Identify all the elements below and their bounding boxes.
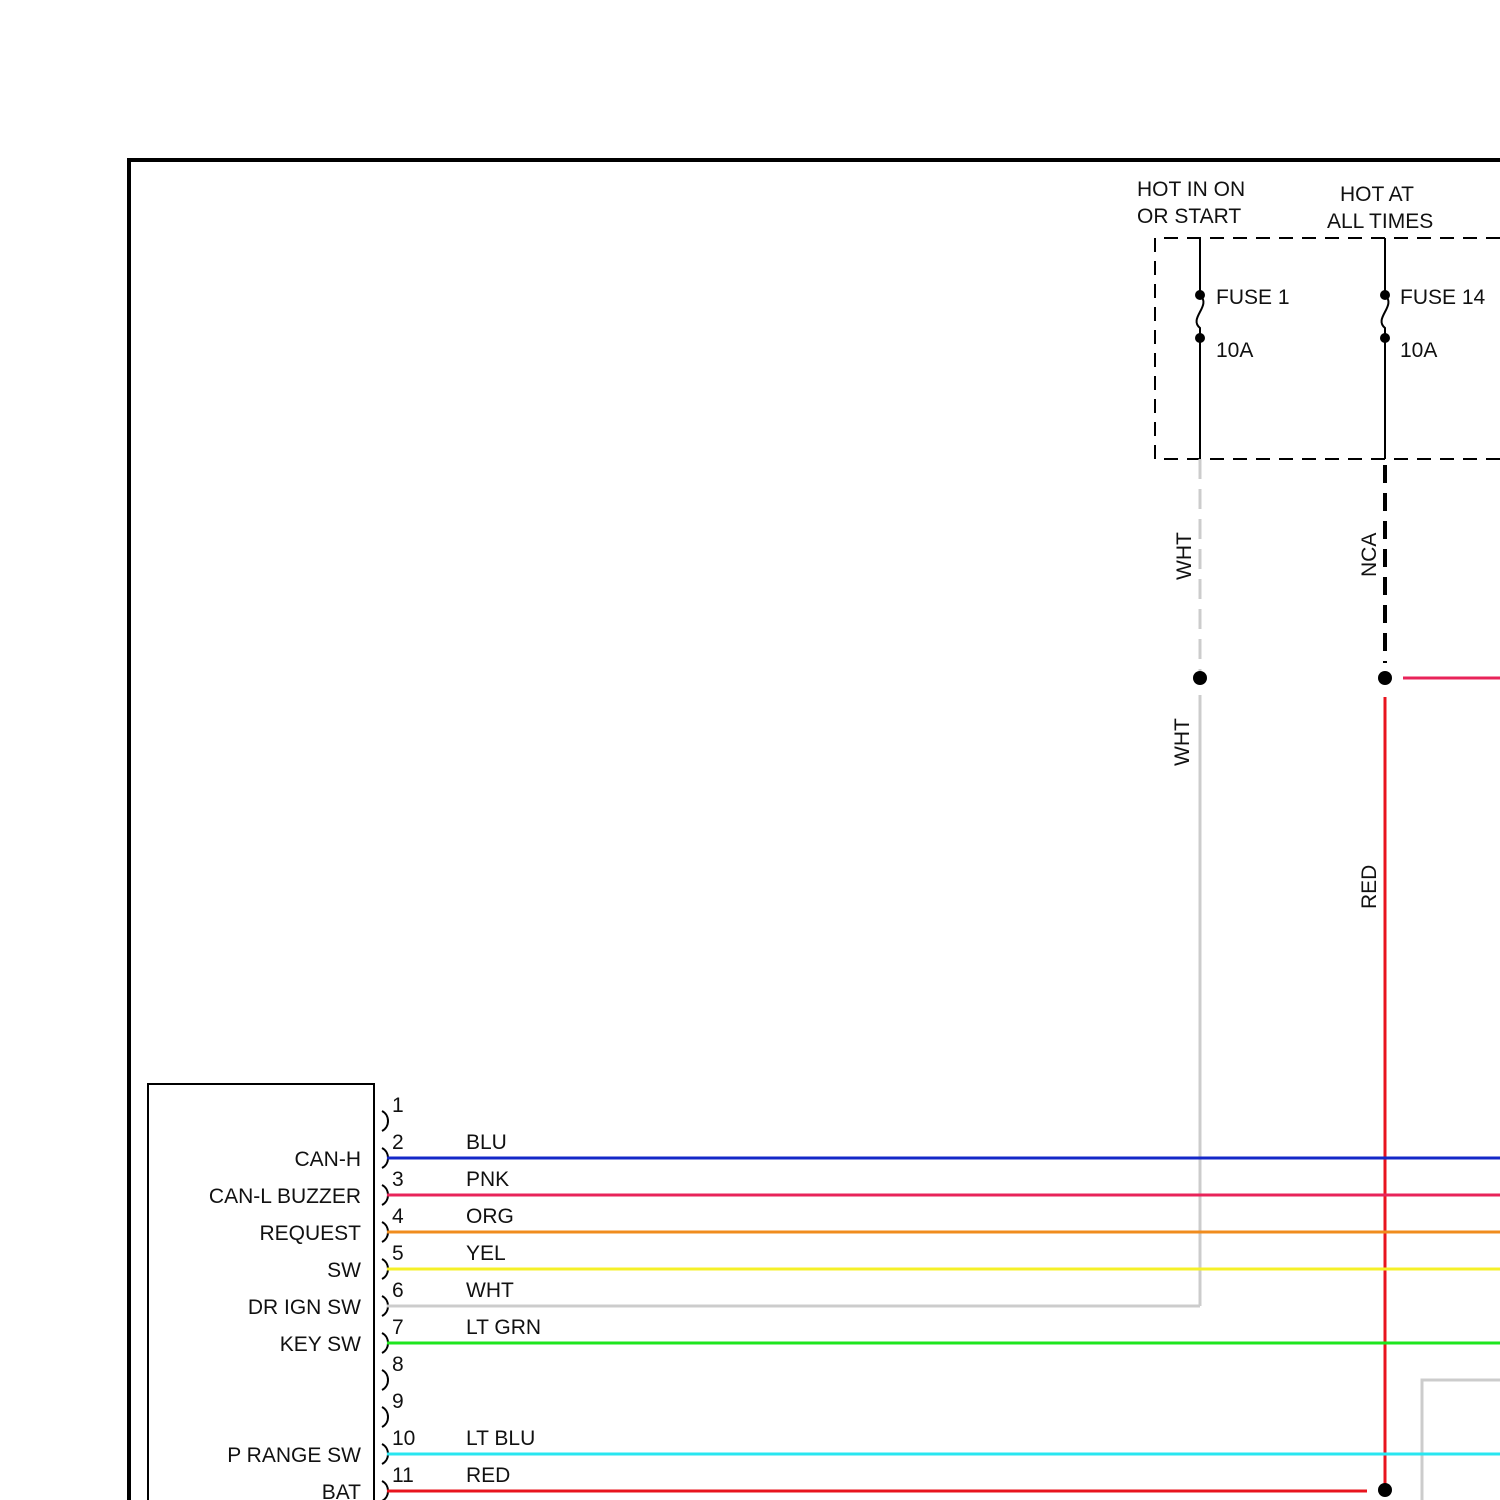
hot-all-times-label-1: HOT AT	[1340, 183, 1414, 206]
pin-2-number: 2	[392, 1131, 404, 1154]
pin-2-wire-color-label: BLU	[466, 1131, 507, 1154]
pin-6-wire-color-label: WHT	[466, 1279, 514, 1302]
nca-label: NCA	[1358, 533, 1381, 577]
wht-splice-dot	[1193, 671, 1207, 685]
pin-4-number: 4	[392, 1205, 404, 1228]
control-module-box	[147, 1083, 375, 1500]
fuse-14: FUSE 14 10A	[1380, 238, 1486, 459]
pin-5-wire-color-label: YEL	[466, 1242, 506, 1265]
red-label: RED	[1358, 865, 1381, 909]
hot-all-times-label-2: ALL TIMES	[1327, 210, 1433, 233]
fuse-1-element	[1195, 294, 1205, 338]
fuse-14-rating: 10A	[1400, 339, 1437, 362]
hot-on-start-label-2: OR START	[1137, 205, 1241, 228]
fuse-box-outline	[1154, 237, 1500, 460]
wht-feed-wire: WHT WHT	[1171, 459, 1207, 1306]
pin-9-bracket	[381, 1406, 389, 1428]
pin-10-number: 10	[392, 1427, 415, 1450]
pin-8-number: 8	[392, 1353, 404, 1376]
wht-upper-label: WHT	[1173, 532, 1196, 580]
pin-11-wire-color-label: RED	[466, 1464, 510, 1487]
pin-6-number: 6	[392, 1279, 404, 1302]
pin-11-function-label: BAT	[322, 1481, 361, 1500]
pin-1-number: 1	[392, 1094, 404, 1117]
hot-on-start-label-1: HOT IN ON	[1137, 178, 1245, 201]
pin-5-number: 5	[392, 1242, 404, 1265]
pin-9-number: 9	[392, 1390, 404, 1413]
fuse-14-element	[1380, 294, 1390, 338]
pin-3-function-label: CAN-L BUZZER	[209, 1185, 361, 1208]
pin-8-bracket	[381, 1369, 389, 1391]
fuse-1: FUSE 1 10A	[1195, 238, 1290, 459]
pin-3-number: 3	[392, 1168, 404, 1191]
wht-lower-label: WHT	[1171, 718, 1194, 766]
pin-3-wire-color-label: PNK	[466, 1168, 509, 1191]
pin-10-function-label: P RANGE SW	[227, 1444, 361, 1467]
fuse-1-label: FUSE 1	[1216, 286, 1290, 309]
pin-7-number: 7	[392, 1316, 404, 1339]
connector-pins: 1 2 CAN-H BLU 3 CAN-L BUZZER PNK 4 REQUEST ORG 5 SW…	[209, 1094, 1500, 1500]
pin-7-wire-color-label: LT GRN	[466, 1316, 541, 1339]
wiring-diagram: HOT IN ON OR START HOT AT ALL TIMES FUSE…	[127, 158, 1500, 1500]
pin-4-wire-color-label: ORG	[466, 1205, 514, 1228]
pin-2-function-label: CAN-H	[295, 1148, 362, 1171]
pin-6-function-label: DR IGN SW	[248, 1296, 361, 1319]
partial-component-outline	[1420, 1378, 1500, 1500]
fuse-1-rating: 10A	[1216, 339, 1253, 362]
pin-4-function-label: REQUEST	[259, 1222, 361, 1245]
pin-5-function-label: SW	[327, 1259, 361, 1282]
fuse-14-label: FUSE 14	[1400, 286, 1486, 309]
red-splice-dot-top	[1378, 671, 1392, 685]
red-splice-dot-bottom	[1378, 1483, 1392, 1497]
pin-7-function-label: KEY SW	[280, 1333, 361, 1356]
pin-1-bracket	[381, 1110, 389, 1132]
pin-10-wire-color-label: LT BLU	[466, 1427, 535, 1450]
pin-11-number: 11	[392, 1464, 414, 1487]
